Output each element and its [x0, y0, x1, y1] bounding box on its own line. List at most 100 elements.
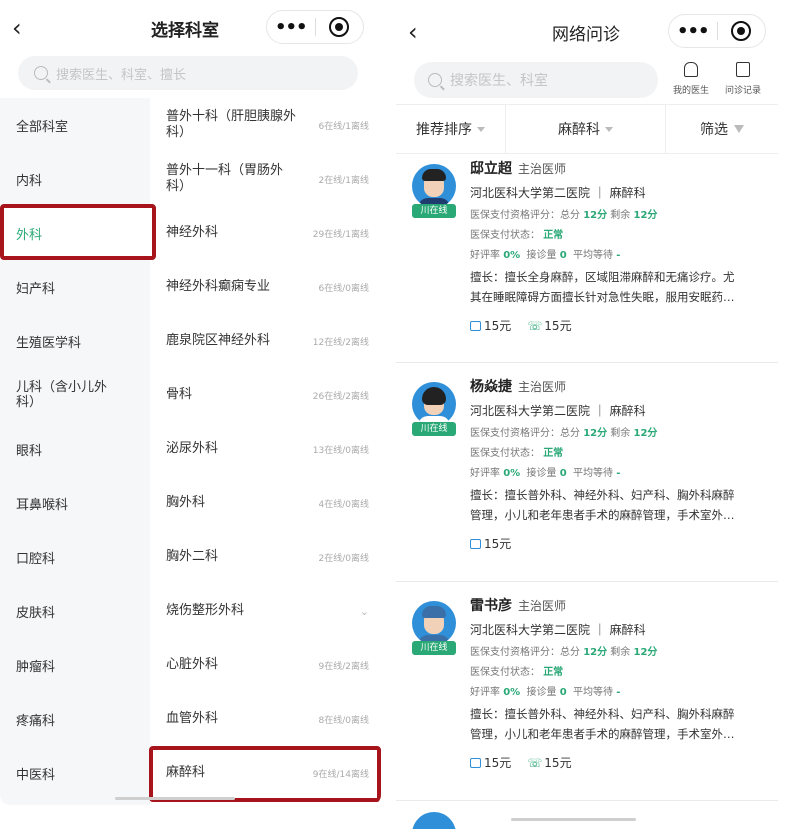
doctor-card[interactable]: 川在线 杨焱捷 主治医师 河北医科大学第二医院 ｜ 麻醉科 医保支付资格评分：总分…	[396, 376, 778, 582]
page-title: 选择科室	[151, 21, 219, 41]
doctor-card[interactable]: 川在线 雷书彦 主治医师 河北医科大学第二医院 ｜ 麻醉科 医保支付资格评分：总分…	[396, 595, 778, 801]
mini-program-capsule: •••	[266, 10, 364, 44]
highlight-box-surgery	[0, 204, 156, 260]
doctor-avatar	[412, 164, 456, 208]
doctor-stats: 好评率 0% 接诊量 0 平均等待 -	[470, 687, 621, 698]
sub-dept-item[interactable]: 烧伤整形外科 ⌄	[150, 584, 381, 638]
online-badge: 川在线	[412, 641, 456, 655]
dept-item[interactable]: 生殖医学科	[0, 314, 150, 368]
highlight-box-anesthesia	[149, 746, 381, 802]
doctor-hospital: 河北医科大学第二医院 ｜ 麻醉科	[470, 623, 646, 637]
sub-dept-item[interactable]: 神经外科 29在线/1离线	[150, 206, 381, 260]
doctor-avatar	[412, 382, 456, 426]
filter-icon	[734, 125, 744, 133]
caret-down-icon	[477, 126, 485, 132]
search-input[interactable]: 搜索医生、科室、擅长	[18, 56, 358, 90]
sub-dept-item[interactable]: 心脏外科 9在线/2离线	[150, 638, 381, 692]
my-doctor-button[interactable]: 我的医生	[668, 62, 714, 96]
consult-records-button[interactable]: 问诊记录	[720, 62, 766, 96]
doctor-avatar	[412, 601, 456, 645]
image-icon	[470, 320, 481, 331]
doctor-specialty: 擅长：擅长普外科、神经外科、妇产科、胸外科麻醉 管理，小儿和老年患者手术的麻醉管理…	[470, 707, 735, 741]
scrollbar[interactable]	[115, 797, 235, 800]
doctor-name: 邸立超	[470, 161, 512, 177]
sub-dept-item[interactable]: 胸外二科 2在线/0离线	[150, 530, 381, 584]
close-miniprogram-icon[interactable]	[717, 21, 765, 41]
search-icon	[34, 66, 48, 80]
more-icon[interactable]: •••	[267, 17, 315, 38]
doctor-title: 主治医师	[518, 162, 567, 176]
doctor-name: 杨焱捷	[470, 379, 512, 395]
image-consult-price[interactable]: 15元	[470, 754, 511, 771]
price-row: 15元 ☏ 15元	[470, 754, 770, 771]
header: ‹ 选择科室 •••	[0, 0, 381, 58]
dept-item[interactable]: 中医科	[0, 746, 150, 800]
back-arrow-icon[interactable]: ‹	[408, 18, 418, 46]
dept-item[interactable]: 皮肤科	[0, 584, 150, 638]
dept-item[interactable]: 眼科	[0, 422, 150, 476]
search-input[interactable]: 搜索医生、科室	[414, 62, 658, 98]
more-icon[interactable]: •••	[669, 21, 717, 42]
doctor-name: 雷书彦	[470, 598, 512, 614]
sub-dept-item[interactable]: 普外十一科（胃肠外科） 2在线/1离线	[150, 152, 381, 206]
online-badge: 川在线	[412, 422, 456, 436]
insurance-score: 医保支付资格评分：总分 12分 剩余 12分	[470, 428, 658, 439]
dept-item[interactable]: 口腔科	[0, 530, 150, 584]
search-icon	[428, 73, 442, 87]
search-placeholder: 搜索医生、科室	[450, 73, 548, 89]
dept-item[interactable]: 儿科（含小儿外科）	[0, 368, 150, 422]
close-miniprogram-icon[interactable]	[315, 17, 363, 37]
dept-item[interactable]: 疼痛科	[0, 692, 150, 746]
filter-button[interactable]: 筛选	[666, 105, 778, 153]
caret-down-icon	[605, 126, 613, 132]
sub-dept-item[interactable]: 泌尿外科 13在线/0离线	[150, 422, 381, 476]
sort-dropdown[interactable]: 推荐排序	[396, 105, 506, 153]
dept-item[interactable]: 妇产科	[0, 260, 150, 314]
insurance-status: 医保支付状态： 正常	[470, 667, 564, 678]
insurance-status: 医保支付状态： 正常	[470, 230, 564, 241]
scrollbar[interactable]	[511, 818, 636, 821]
document-icon	[736, 62, 750, 77]
doctor-card[interactable]: 川在线 邸立超 主治医师 河北医科大学第二医院 ｜ 麻醉科 医保支付资格评分：总分…	[396, 158, 778, 363]
sub-department-list: 普外十科（肝胆胰腺外科） 6在线/1离线 普外十一科（胃肠外科） 2在线/1离线 神…	[150, 98, 381, 805]
doctor-hospital: 河北医科大学第二医院 ｜ 麻醉科	[470, 404, 646, 418]
dept-item[interactable]: 耳鼻喉科	[0, 476, 150, 530]
sub-dept-item[interactable]: 胸外科 4在线/0离线	[150, 476, 381, 530]
doctor-title: 主治医师	[518, 599, 567, 613]
price-row: 15元	[470, 535, 770, 552]
sub-dept-item[interactable]: 骨科 26在线/2离线	[150, 368, 381, 422]
insurance-score: 医保支付资格评分：总分 12分 剩余 12分	[470, 210, 658, 221]
sub-dept-item[interactable]: 普外十科（肝胆胰腺外科） 6在线/1离线	[150, 98, 381, 152]
phone-consult-price[interactable]: ☏ 15元	[527, 754, 571, 771]
doctor-avatar	[412, 812, 456, 829]
mini-program-capsule: •••	[668, 14, 766, 48]
phone-icon: ☏	[527, 318, 543, 333]
sub-dept-item[interactable]: 神经外科癫痫专业 6在线/0离线	[150, 260, 381, 314]
chevron-down-icon[interactable]: ⌄	[360, 605, 369, 618]
phone-icon: ☏	[527, 755, 543, 770]
insurance-status: 医保支付状态： 正常	[470, 448, 564, 459]
doctor-stats: 好评率 0% 接诊量 0 平均等待 -	[470, 250, 621, 261]
sub-dept-item[interactable]: 鹿泉院区神经外科 12在线/2离线	[150, 314, 381, 368]
filter-bar: 推荐排序 麻醉科 筛选	[396, 104, 778, 154]
search-placeholder: 搜索医生、科室、擅长	[56, 67, 187, 83]
doctor-specialty: 擅长：擅长全身麻醉，区域阻滞麻醉和无痛诊疗。尤 其在睡眠障碍方面擅长针对急性失眠，…	[470, 270, 735, 304]
doctor-stats: 好评率 0% 接诊量 0 平均等待 -	[470, 468, 621, 479]
page-title: 网络问诊	[552, 25, 620, 45]
dept-item[interactable]: 肿瘤科	[0, 638, 150, 692]
image-consult-price[interactable]: 15元	[470, 317, 511, 334]
department-dropdown[interactable]: 麻醉科	[506, 105, 666, 153]
department-selector-screen: ‹ 选择科室 ••• 搜索医生、科室、擅长 全部科室 内科 外科 妇产科 生殖医…	[0, 0, 381, 805]
phone-consult-price[interactable]: ☏ 15元	[527, 317, 571, 334]
dept-item[interactable]: 全部科室	[0, 98, 150, 152]
sub-dept-item[interactable]: 血管外科 8在线/0离线	[150, 692, 381, 746]
image-icon	[470, 538, 481, 549]
price-row: 15元 ☏ 15元	[470, 317, 770, 334]
dept-item[interactable]: 内科	[0, 152, 150, 206]
doctor-hospital: 河北医科大学第二医院 ｜ 麻醉科	[470, 186, 646, 200]
image-consult-price[interactable]: 15元	[470, 535, 511, 552]
doctor-title: 主治医师	[518, 380, 567, 394]
back-arrow-icon[interactable]: ‹	[12, 14, 34, 42]
online-consult-screen: ‹ 网络问诊 ••• 搜索医生、科室 我的医生 问诊记录 推荐排序 麻醉科 筛选…	[396, 0, 778, 829]
online-badge: 川在线	[412, 204, 456, 218]
